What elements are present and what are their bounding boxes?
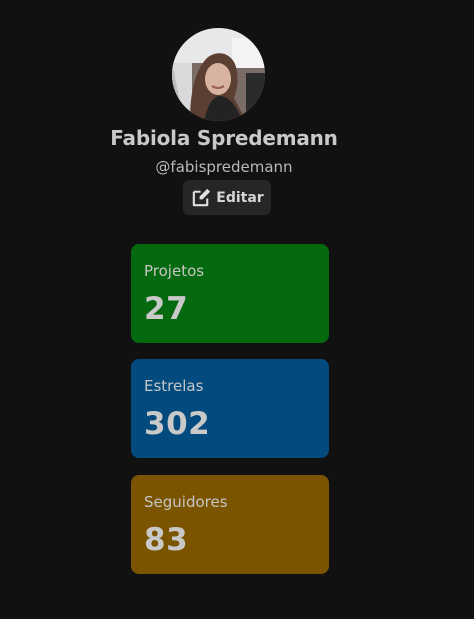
projects-count: 27 [144, 291, 189, 327]
profile-page: Fabiola Spredemann @fabispredemann Edita… [0, 0, 474, 619]
followers-label: Seguidores [144, 493, 228, 511]
edit-button[interactable]: Editar [183, 180, 271, 215]
stars-card: Estrelas 302 [131, 359, 329, 458]
profile-username: @fabispredemann [155, 158, 293, 176]
avatar-photo [172, 28, 265, 121]
stars-count: 302 [144, 406, 211, 442]
edit-button-label: Editar [216, 189, 264, 206]
projects-card: Projetos 27 [131, 244, 329, 343]
followers-card: Seguidores 83 [131, 475, 329, 574]
projects-label: Projetos [144, 262, 205, 280]
edit-icon [193, 188, 211, 207]
followers-count: 83 [144, 522, 189, 558]
profile-name: Fabiola Spredemann [110, 126, 338, 150]
avatar [172, 28, 265, 121]
stars-label: Estrelas [144, 377, 204, 395]
